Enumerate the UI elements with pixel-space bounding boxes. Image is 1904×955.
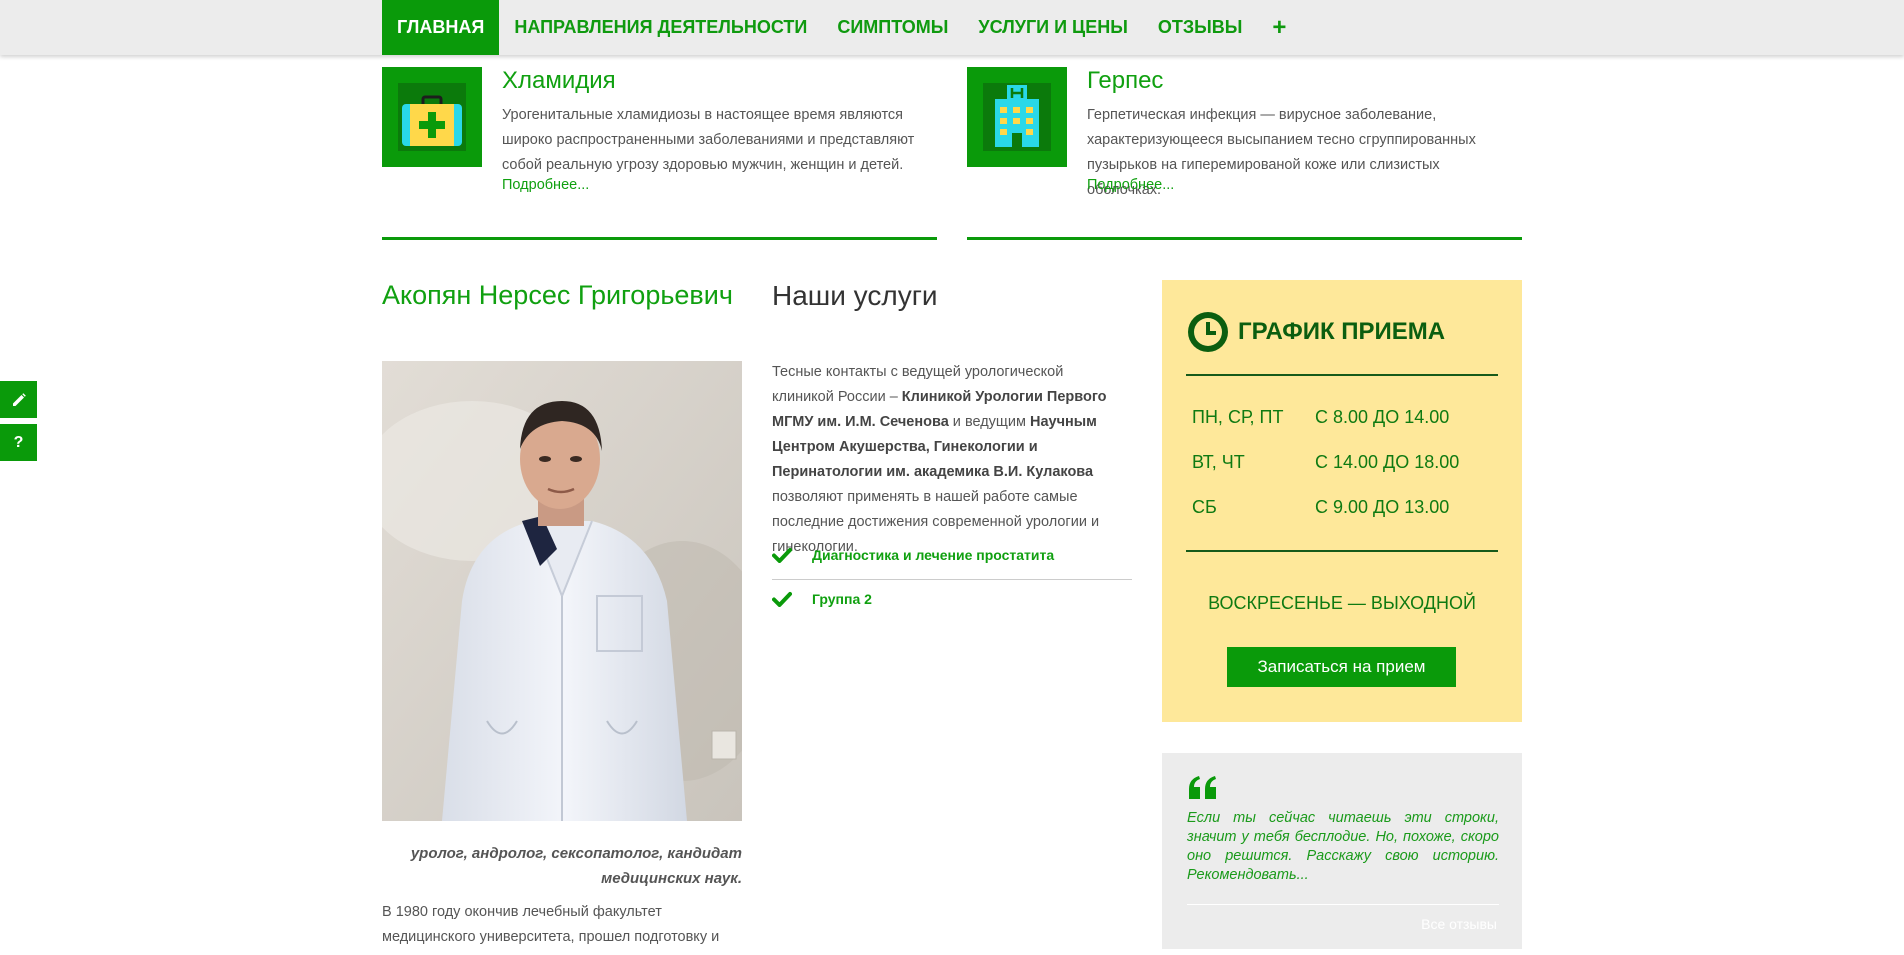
checkmark-icon: [772, 592, 792, 607]
medical-kit-icon: [398, 83, 466, 151]
nav-item-symptoms[interactable]: СИМПТОМЫ: [822, 0, 963, 55]
services-intro: Тесные контакты с ведущей урологической …: [772, 360, 1127, 560]
doctor-portrait-image: [382, 361, 742, 821]
feature-icon-box: [382, 67, 482, 167]
feature-icon-box: [967, 67, 1067, 167]
service-item-label: Группа 2: [812, 591, 872, 607]
schedule-days: ПН, СР, ПТ: [1192, 407, 1284, 427]
top-navbar: ГЛАВНАЯ НАПРАВЛЕНИЯ ДЕЯТЕЛЬНОСТИ СИМПТОМ…: [0, 0, 1904, 55]
all-reviews-link[interactable]: Все отзывы: [1421, 916, 1497, 932]
nav-item-services-prices[interactable]: УСЛУГИ И ЦЕНЫ: [963, 0, 1142, 55]
quote-icon: [1189, 776, 1216, 799]
section-divider: [967, 237, 1522, 240]
nav-item-home[interactable]: ГЛАВНАЯ: [382, 0, 500, 55]
feature-card-chlamydia: Хламидия Урогенитальные хламидиозы в нас…: [382, 67, 942, 197]
hospital-icon: [983, 83, 1051, 151]
doctor-name: Акопян Нерсес Григорьевич: [382, 280, 733, 310]
question-icon: ?: [13, 433, 24, 451]
service-item-label: Диагностика и лечение простатита: [812, 547, 1055, 563]
section-divider: [382, 237, 937, 240]
services-intro-text: позволяют применять в нашей работе самые…: [772, 489, 1100, 555]
services-intro-text: и ведущим: [948, 414, 1030, 430]
schedule-title: ГРАФИК ПРИЕМА: [1238, 318, 1446, 345]
testimonial-panel: Если ты сейчас читаешь эти строки, значи…: [1162, 753, 1522, 949]
read-more-link[interactable]: Подробнее...: [1087, 177, 1174, 193]
nav-item-directions[interactable]: НАПРАВЛЕНИЯ ДЕЯТЕЛЬНОСТИ: [499, 0, 822, 55]
service-item-prostatitis[interactable]: Диагностика и лечение простатита: [772, 547, 1132, 563]
schedule-divider: [1186, 374, 1498, 376]
doctor-specialty: уролог, андролог, сексопатолог, кандидат…: [410, 845, 742, 887]
schedule-day-off: ВОСКРЕСЕНЬЕ — ВЫХОДНОЙ: [1208, 593, 1476, 613]
schedule-panel: ГРАФИК ПРИЕМА ПН, СР, ПТ С 8.00 ДО 14.00…: [1162, 280, 1522, 722]
schedule-hours: С 14.00 ДО 18.00: [1315, 452, 1460, 472]
schedule-days: СБ: [1192, 497, 1217, 517]
schedule-hours: С 8.00 ДО 14.00: [1315, 407, 1450, 427]
schedule-header: ГРАФИК ПРИЕМА: [1186, 310, 1445, 354]
testimonial-divider: [1187, 904, 1499, 905]
read-more-link[interactable]: Подробнее...: [502, 177, 589, 193]
doctor-photo: [382, 361, 742, 821]
schedule-days: ВТ, ЧТ: [1192, 452, 1245, 472]
feature-text: Урогенитальные хламидиозы в настоящее вр…: [502, 107, 915, 173]
book-appointment-button[interactable]: Записаться на прием: [1227, 647, 1456, 687]
feature-card-herpes: Герпес Герпетическая инфекция — вирусное…: [967, 67, 1527, 198]
main-menu: ГЛАВНАЯ НАПРАВЛЕНИЯ ДЕЯТЕЛЬНОСТИ СИМПТОМ…: [382, 0, 1301, 55]
pencil-icon: [12, 392, 26, 406]
feature-title: Хламидия: [502, 67, 616, 94]
service-divider: [772, 579, 1132, 580]
nav-item-reviews[interactable]: ОТЗЫВЫ: [1143, 0, 1258, 55]
services-heading: Наши услуги: [772, 280, 938, 311]
doctor-bio: В 1980 году окончив лечебный факультет м…: [382, 904, 720, 945]
feature-title: Герпес: [1087, 67, 1164, 94]
schedule-divider: [1186, 550, 1498, 552]
testimonial-text: Если ты сейчас читаешь эти строки, значи…: [1187, 810, 1499, 883]
schedule-hours: С 9.00 ДО 13.00: [1315, 497, 1450, 517]
help-tool-button[interactable]: ?: [0, 424, 37, 461]
edit-tool-button[interactable]: [0, 381, 37, 418]
nav-more-icon[interactable]: +: [1257, 0, 1301, 55]
clock-icon: [1188, 312, 1228, 352]
service-item-group-2[interactable]: Группа 2: [772, 591, 1132, 607]
checkmark-icon: [772, 548, 792, 563]
